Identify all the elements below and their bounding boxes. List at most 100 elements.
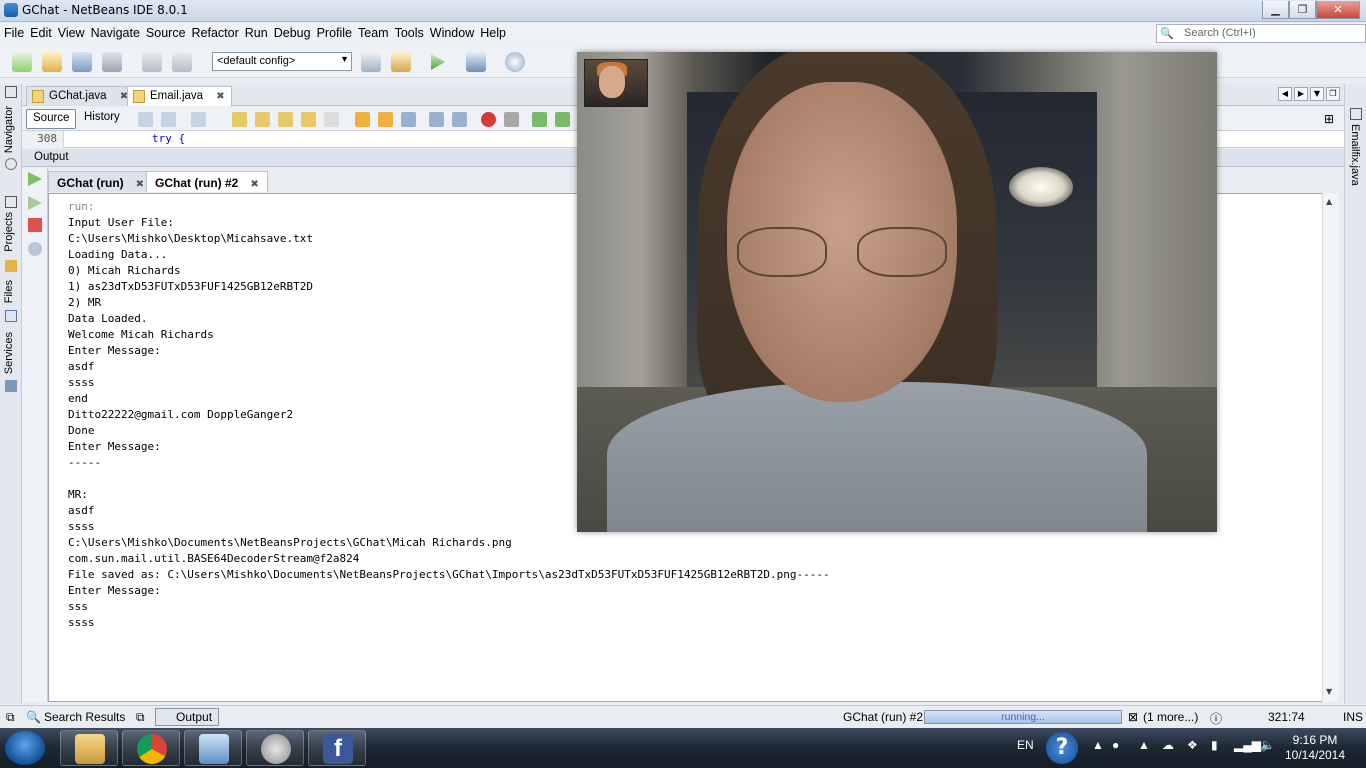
scroll-left-icon[interactable]: ◀ — [1278, 87, 1292, 101]
help-icon[interactable]: ? — [1046, 732, 1078, 764]
more-tasks-link[interactable]: (1 more...) — [1143, 710, 1198, 724]
save-all-icon[interactable] — [102, 52, 122, 72]
menu-item-edit[interactable]: Edit — [30, 26, 58, 40]
toggle-bookmark-icon[interactable] — [401, 112, 416, 127]
stop-icon[interactable] — [28, 218, 42, 232]
rerun-icon[interactable] — [28, 172, 42, 186]
find-icon[interactable] — [232, 112, 247, 127]
find-prev-icon[interactable] — [255, 112, 270, 127]
output-button[interactable]: Output — [155, 708, 220, 726]
shift-right-icon[interactable] — [452, 112, 467, 127]
tab-gchat-run-2[interactable]: GChat (run) #2 ✖ — [146, 171, 268, 192]
undo-icon[interactable] — [142, 52, 162, 72]
next-bookmark-icon[interactable] — [378, 112, 393, 127]
taskbar-explorer[interactable] — [60, 730, 118, 766]
run-icon[interactable] — [431, 54, 445, 70]
close-tab-icon[interactable]: ✖ — [216, 91, 224, 102]
source-button[interactable]: Source — [26, 109, 77, 129]
toggle-rect-select-icon[interactable] — [324, 112, 339, 127]
taskbar-netbeans[interactable] — [184, 730, 242, 766]
shift-left-icon[interactable] — [429, 112, 444, 127]
toggle-highlight-icon[interactable] — [301, 112, 316, 127]
new-file-icon[interactable] — [12, 52, 32, 72]
build-icon[interactable] — [361, 52, 381, 72]
cancel-task-icon[interactable]: ⊠ — [1128, 710, 1138, 724]
minimize-button[interactable]: ▁ — [1262, 1, 1289, 19]
debug-icon[interactable] — [466, 52, 486, 72]
comment-icon[interactable] — [532, 112, 547, 127]
menu-item-source[interactable]: Source — [146, 26, 192, 40]
taskbar-chrome[interactable] — [122, 730, 180, 766]
tray-app-icon[interactable]: ● — [1112, 738, 1119, 752]
video-call-window[interactable] — [577, 52, 1217, 532]
console-scrollbar[interactable]: ▲ ▼ — [1322, 193, 1338, 702]
tab-gchat-java[interactable]: GChat.java ✖ — [26, 86, 136, 106]
dropbox-icon[interactable]: ❖ — [1187, 738, 1198, 752]
google-drive-icon[interactable]: ▲ — [1138, 738, 1150, 752]
menu-item-profile[interactable]: Profile — [317, 26, 358, 40]
menu-item-navigate[interactable]: Navigate — [91, 26, 146, 40]
rerun-with-params-icon[interactable] — [28, 196, 42, 210]
stop-macro-icon[interactable] — [504, 112, 519, 127]
tab-list-icon[interactable]: ▼ — [1310, 87, 1324, 101]
profile-icon[interactable] — [505, 52, 525, 72]
projects-tab[interactable]: Projects — [3, 212, 15, 252]
device-icon[interactable]: ▮ — [1211, 738, 1218, 752]
search-input[interactable]: 🔍 Search (Ctrl+I) — [1156, 24, 1366, 43]
progress-bar[interactable]: running... — [924, 710, 1122, 724]
redo-icon[interactable] — [172, 52, 192, 72]
menu-item-debug[interactable]: Debug — [274, 26, 317, 40]
emailfix-tab[interactable]: Emailfix.java — [1349, 124, 1361, 186]
notifications-icon[interactable]: ⓘ — [1210, 710, 1222, 727]
menu-item-team[interactable]: Team — [358, 26, 395, 40]
restore-right-icon[interactable] — [1350, 108, 1362, 120]
self-view-thumbnail[interactable] — [584, 59, 648, 107]
find-next-icon[interactable] — [278, 112, 293, 127]
config-select[interactable]: <default config> ▼ — [212, 52, 352, 71]
start-macro-icon[interactable] — [481, 112, 496, 127]
maximize-button[interactable]: ❐ — [1289, 1, 1316, 19]
clean-build-icon[interactable] — [391, 52, 411, 72]
navigator-tab[interactable]: Navigator — [3, 106, 15, 153]
restore-window-icon[interactable] — [5, 86, 17, 98]
menu-item-window[interactable]: Window — [430, 26, 480, 40]
scroll-right-icon[interactable]: ▶ — [1294, 87, 1308, 101]
close-tab-icon[interactable]: ✖ — [250, 179, 258, 190]
start-button[interactable] — [5, 731, 45, 765]
search-results-tab[interactable]: Search Results — [44, 710, 125, 724]
language-indicator[interactable]: EN — [1017, 738, 1034, 752]
open-project-icon[interactable] — [72, 52, 92, 72]
taskbar-clock[interactable]: 9:16 PM 10/14/2014 — [1280, 733, 1350, 763]
menu-item-file[interactable]: File — [4, 26, 30, 40]
scroll-up-icon[interactable]: ▲ — [1326, 197, 1332, 206]
scroll-down-icon[interactable]: ▼ — [1326, 687, 1332, 696]
close-button[interactable]: ✕ — [1316, 1, 1360, 19]
last-edit-icon[interactable] — [138, 112, 153, 127]
split-editor-icon[interactable]: ⊞ — [1324, 112, 1339, 127]
tab-email-java[interactable]: Email.java ✖ — [127, 86, 232, 106]
tab-gchat-run[interactable]: GChat (run) ✖ — [48, 171, 154, 192]
menu-item-help[interactable]: Help — [480, 26, 512, 40]
menu-item-view[interactable]: View — [58, 26, 91, 40]
history-button[interactable]: History — [78, 109, 126, 129]
restore-icon[interactable]: ⧉ — [6, 710, 15, 725]
show-hidden-icons-icon[interactable]: ▲ — [1092, 738, 1104, 752]
close-tab-icon[interactable]: ✖ — [136, 179, 144, 190]
volume-icon[interactable]: 🔈 — [1260, 738, 1275, 752]
uncomment-icon[interactable] — [555, 112, 570, 127]
restore-output-icon[interactable]: ⧉ — [136, 710, 145, 725]
network-icon[interactable]: ▂▄▆ — [1234, 738, 1261, 752]
cloud-icon[interactable]: ☁ — [1162, 738, 1174, 752]
restore-group-icon[interactable] — [5, 196, 17, 208]
menu-item-tools[interactable]: Tools — [395, 26, 430, 40]
back-icon[interactable] — [161, 112, 176, 127]
settings-icon[interactable] — [28, 242, 42, 256]
menu-item-refactor[interactable]: Refactor — [192, 26, 245, 40]
taskbar-app[interactable] — [246, 730, 304, 766]
taskbar-facebook[interactable]: f — [308, 730, 366, 766]
forward-icon[interactable] — [191, 112, 206, 127]
services-tab[interactable]: Services — [3, 332, 15, 374]
files-tab[interactable]: Files — [3, 280, 15, 303]
restore-editor-icon[interactable]: ❐ — [1326, 87, 1340, 101]
prev-bookmark-icon[interactable] — [355, 112, 370, 127]
